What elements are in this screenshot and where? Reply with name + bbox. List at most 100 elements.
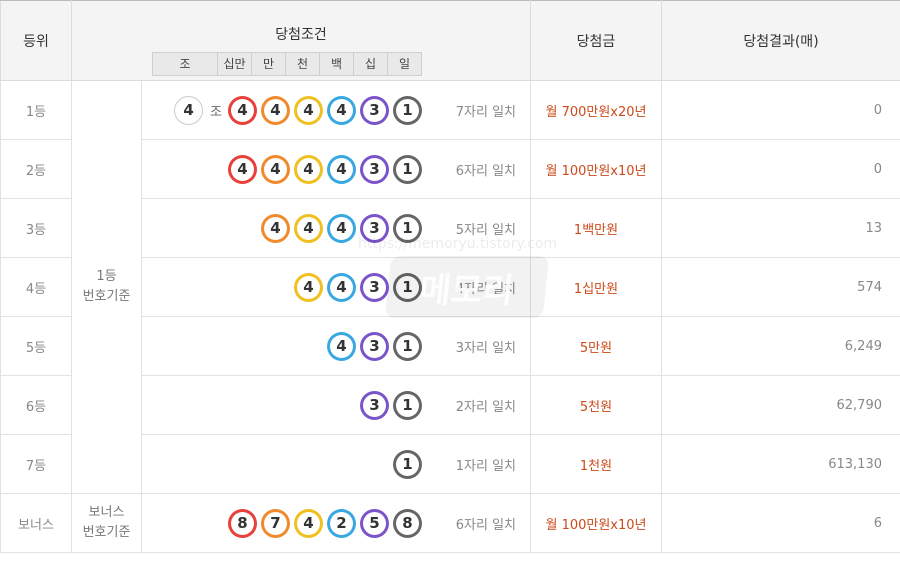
prize-cell: 5만원 <box>530 316 662 376</box>
prize-cell: 월 700만원x20년 <box>530 80 662 140</box>
table-row: 1등 1등 번호기준 4 조 4 4 4 4 3 1 7자리 일치 월 700만원x20년 0 <box>0 80 900 494</box>
digit-position-cell: 만 <box>252 51 286 76</box>
number-ball: 4 <box>228 154 257 184</box>
ball-group: 44431 <box>261 213 422 243</box>
number-ball: 1 <box>393 272 422 302</box>
match-count: 6자리 일치 <box>455 517 516 533</box>
prize-cell: 월 100만원x10년 <box>530 493 662 553</box>
prize-cell: 1백만원 <box>530 198 662 258</box>
number-ball: 2 <box>327 508 356 538</box>
rank-cell: 4등 <box>0 257 72 317</box>
number-ball: 5 <box>360 508 389 538</box>
number-ball: 4 <box>294 154 323 184</box>
prize-cell: 5천원 <box>530 375 662 435</box>
number-ball: 1 <box>393 213 422 243</box>
number-ball: 4 <box>327 154 356 184</box>
ball-number: 4 <box>330 275 353 299</box>
ball-number: 4 <box>231 157 254 181</box>
number-ball: 4 <box>294 272 323 302</box>
ball-number: 1 <box>396 452 419 476</box>
condition-cell: 4 4 4 4 3 1 6자리 일치 <box>141 139 531 199</box>
digit-position-header: 조 십만 만 천 백 십 일 <box>71 51 531 81</box>
number-ball: 4 <box>294 213 323 243</box>
result-count-cell: 0 <box>661 139 900 199</box>
number-ball: 4 <box>261 154 290 184</box>
number-ball: 4 <box>261 95 290 125</box>
condition-cell: 4 4 3 1 4자리 일치 <box>141 257 531 317</box>
rank-header: 등위 <box>0 0 72 81</box>
result-count-cell: 6 <box>661 493 900 553</box>
ball-number: 4 <box>330 157 353 181</box>
ball-number: 4 <box>297 216 320 240</box>
ball-number: 3 <box>363 157 386 181</box>
jo-label: 조 <box>210 104 222 120</box>
ball-number: 3 <box>363 275 386 299</box>
condition-cell: 4 4 4 3 1 5자리 일치 <box>141 198 531 258</box>
results-body: 1등 1등 번호기준 4 조 4 4 4 4 3 1 7자리 일치 월 700만원x20년 0 2등 4 4 4 4… <box>0 80 900 553</box>
match-count: 1자리 일치 <box>455 458 516 474</box>
winning-results-table: 등위 당첨조건 당첨금 당첨결과(매) 조 십만 만 천 백 십 일 1등 1등 번호기준 4 조 4… <box>0 0 900 553</box>
number-ball: 3 <box>360 272 389 302</box>
ball-number: 4 <box>264 216 287 240</box>
ball-group: 874258 <box>228 508 422 538</box>
number-ball: 8 <box>393 508 422 538</box>
match-count: 5자리 일치 <box>455 222 516 238</box>
ball-number: 4 <box>330 98 353 122</box>
basis-main-cell: 1등번호기준 <box>71 80 142 494</box>
ball-group: 431 <box>327 331 422 361</box>
number-ball: 3 <box>360 390 389 420</box>
number-ball: 1 <box>393 449 422 479</box>
rank-cell: 7등 <box>0 434 72 494</box>
ball-number: 1 <box>396 98 419 122</box>
ball-number: 7 <box>264 511 287 535</box>
number-ball: 3 <box>360 154 389 184</box>
basis-main-line: 1등 <box>96 269 117 284</box>
result-header: 당첨결과(매) <box>661 0 900 81</box>
rank-cell: 3등 <box>0 198 72 258</box>
digit-position-cell: 천 <box>286 51 320 76</box>
result-count-cell: 0 <box>661 80 900 140</box>
result-count-cell: 62,790 <box>661 375 900 435</box>
ball-number: 2 <box>330 511 353 535</box>
match-count: 3자리 일치 <box>455 340 516 356</box>
condition-header: 당첨조건 <box>71 0 531 52</box>
ball-number: 4 <box>264 157 287 181</box>
result-count-cell: 13 <box>661 198 900 258</box>
condition-cell: 1 1자리 일치 <box>141 434 531 494</box>
ball-number: 3 <box>363 98 386 122</box>
number-ball: 4 <box>327 95 356 125</box>
ball-number: 4 <box>330 334 353 358</box>
ball-number: 4 <box>330 216 353 240</box>
number-ball: 3 <box>360 331 389 361</box>
ball-number: 4 <box>297 98 320 122</box>
number-ball: 1 <box>393 95 422 125</box>
lottery-result-table-container: 등위 당첨조건 당첨금 당첨결과(매) 조 십만 만 천 백 십 일 1등 1등 번호기준 4 조 4… <box>0 0 900 566</box>
digit-position-row: 조 십만 만 천 백 십 일 <box>152 51 422 76</box>
condition-cell: 8 7 4 2 5 8 6자리 일치 <box>141 493 531 553</box>
number-ball: 4 <box>294 95 323 125</box>
basis-bonus-line: 보너스 <box>88 505 125 520</box>
number-ball: 1 <box>393 331 422 361</box>
result-count-cell: 613,130 <box>661 434 900 494</box>
ball-number: 4 <box>297 511 320 535</box>
basis-main-line: 번호기준 <box>82 289 131 304</box>
number-ball: 3 <box>360 213 389 243</box>
condition-cell: 4 조 4 4 4 4 3 1 7자리 일치 <box>141 80 531 140</box>
ball-number: 4 <box>297 275 320 299</box>
number-ball: 8 <box>228 508 257 538</box>
digit-position-cell: 백 <box>320 51 354 76</box>
number-ball: 1 <box>393 154 422 184</box>
number-ball: 4 <box>327 272 356 302</box>
ball-group: 31 <box>360 390 422 420</box>
result-count-cell: 6,249 <box>661 316 900 376</box>
match-count: 2자리 일치 <box>455 399 516 415</box>
ball-number: 1 <box>396 393 419 417</box>
ball-number: 3 <box>363 393 386 417</box>
ball-number: 1 <box>396 157 419 181</box>
basis-bonus-cell: 보너스 번호기준 <box>71 493 142 553</box>
prize-cell: 월 100만원x10년 <box>530 139 662 199</box>
ball-number: 3 <box>363 216 386 240</box>
ball-group: 4조444431 <box>174 95 422 125</box>
condition-cell: 3 1 2자리 일치 <box>141 375 531 435</box>
digit-position-cell: 일 <box>388 51 422 76</box>
